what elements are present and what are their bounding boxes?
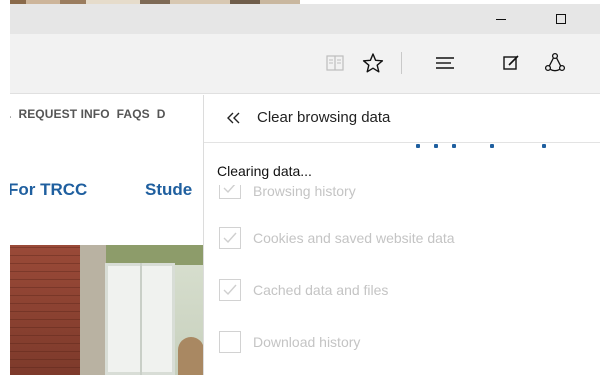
page-decoration-dots <box>416 141 546 153</box>
checkbox-browsing-history <box>219 185 241 199</box>
panel-header: Clear browsing data <box>204 95 600 143</box>
option-label: Browsing history <box>253 185 356 199</box>
photo-pillar <box>80 245 106 375</box>
nav-truncated[interactable]: D <box>157 107 166 121</box>
campus-photo <box>10 245 203 375</box>
photo-brick-wall <box>10 245 82 375</box>
star-icon <box>362 53 384 73</box>
clear-browsing-data-panel: Clear browsing data Clearing data... Bro… <box>203 95 600 375</box>
nav-faqs[interactable]: FAQS <box>117 107 150 121</box>
photo-door-divider <box>140 263 142 375</box>
hub-button[interactable] <box>430 48 460 78</box>
share-icon <box>544 52 566 72</box>
option-cookies: Cookies and saved website data <box>219 226 455 250</box>
checkbox-cached-data <box>219 279 241 301</box>
double-chevron-left-icon <box>227 112 240 124</box>
browser-toolbar <box>10 34 600 94</box>
option-label: Download history <box>253 334 361 350</box>
site-links: For TRCC Stude <box>10 180 203 206</box>
option-browsing-history: Browsing history <box>219 185 356 199</box>
checkbox-download-history <box>219 331 241 353</box>
nav-prefix: . <box>10 107 11 121</box>
option-cached-data: Cached data and files <box>219 278 388 302</box>
toolbar-separator <box>401 52 402 74</box>
hub-icon <box>436 57 454 69</box>
web-page-content: . REQUEST INFO FAQS D For TRCC Stude <box>10 95 203 375</box>
note-icon <box>503 55 519 70</box>
option-label: Cookies and saved website data <box>253 230 455 246</box>
maximize-icon <box>556 14 566 24</box>
site-nav: . REQUEST INFO FAQS D <box>10 95 203 133</box>
checkmark-icon <box>223 185 236 194</box>
window-titlebar <box>10 4 600 34</box>
photo-person <box>178 337 203 375</box>
link-students[interactable]: Stude <box>145 180 192 200</box>
book-icon <box>326 55 344 71</box>
minimize-icon <box>496 18 506 20</box>
option-download-history: Download history <box>219 330 360 354</box>
favorites-button[interactable] <box>358 48 388 78</box>
clearing-status-text: Clearing data... <box>217 163 312 179</box>
nav-request-info[interactable]: REQUEST INFO <box>18 107 109 121</box>
option-label: Cached data and files <box>253 282 389 298</box>
reading-view-button[interactable] <box>320 48 350 78</box>
panel-title: Clear browsing data <box>257 109 391 126</box>
checkmark-icon <box>223 284 237 296</box>
checkmark-icon <box>223 232 237 244</box>
web-note-button[interactable] <box>496 48 526 78</box>
maximize-button[interactable] <box>538 4 584 34</box>
more-button[interactable] <box>588 48 600 78</box>
back-button[interactable] <box>224 108 244 128</box>
link-for-trcc[interactable]: For TRCC <box>10 180 87 200</box>
share-button[interactable] <box>540 48 570 78</box>
checkbox-cookies <box>219 227 241 249</box>
minimize-button[interactable] <box>478 4 524 34</box>
